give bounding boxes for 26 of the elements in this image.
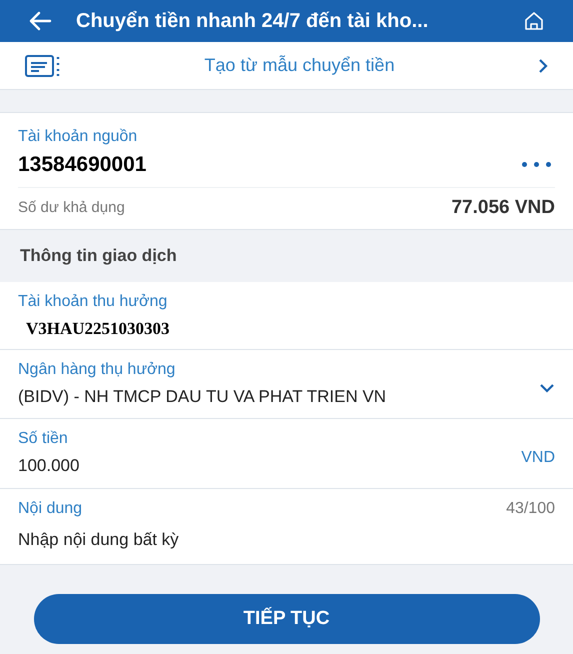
input-field[interactable]: Số tiền 100.000 VND [0, 419, 573, 489]
field-label: Tài khoản thu hưởng [18, 292, 168, 312]
field-value: 100.000 [18, 455, 80, 477]
field-label: Ngân hàng thụ hưởng [18, 360, 176, 380]
chevron-down-icon [539, 383, 555, 393]
bank-select[interactable]: Ngân hàng thụ hưởng (BIDV) - NH TMCP DAU TU VA PHAT TRIEN VN [0, 350, 573, 419]
balance-label: Số dư khả dụng [18, 198, 125, 218]
account-number: 13584690001 [18, 152, 146, 178]
field-label: Nội dung [18, 499, 82, 519]
chevron-right-icon [538, 58, 548, 74]
field-label: Tài khoản nguồn [18, 127, 138, 147]
character-counter: 43/100 [506, 499, 555, 519]
field-value: Nhập nội dung bất kỳ [18, 529, 180, 551]
more-button[interactable] [522, 162, 551, 168]
window-title: Chuyển tiền nhanh 24/7 đến tài kho... [76, 9, 430, 34]
field-value: (BIDV) - NH TMCP DAU TU VA PHAT TRIEN VN [18, 386, 388, 408]
balance-amount: 77.056 VND [451, 196, 555, 220]
currency-unit: VND [521, 448, 555, 466]
continue-button[interactable]: TIẾP TỤC [34, 594, 540, 644]
input-field[interactable]: Tài khoản thu hưởng V3HAU2251030303 [0, 282, 573, 350]
input-field[interactable]: Nội dung 43/100 Nhập nội dung bất kỳ [0, 489, 573, 565]
section-title: Thông tin giao dịch [20, 245, 177, 268]
field-label: Số tiền [18, 429, 68, 449]
form-icon [25, 54, 61, 78]
template-row[interactable]: Tạo từ mẫu chuyển tiền [0, 42, 573, 90]
field-value: V3HAU2251030303 [25, 318, 171, 340]
